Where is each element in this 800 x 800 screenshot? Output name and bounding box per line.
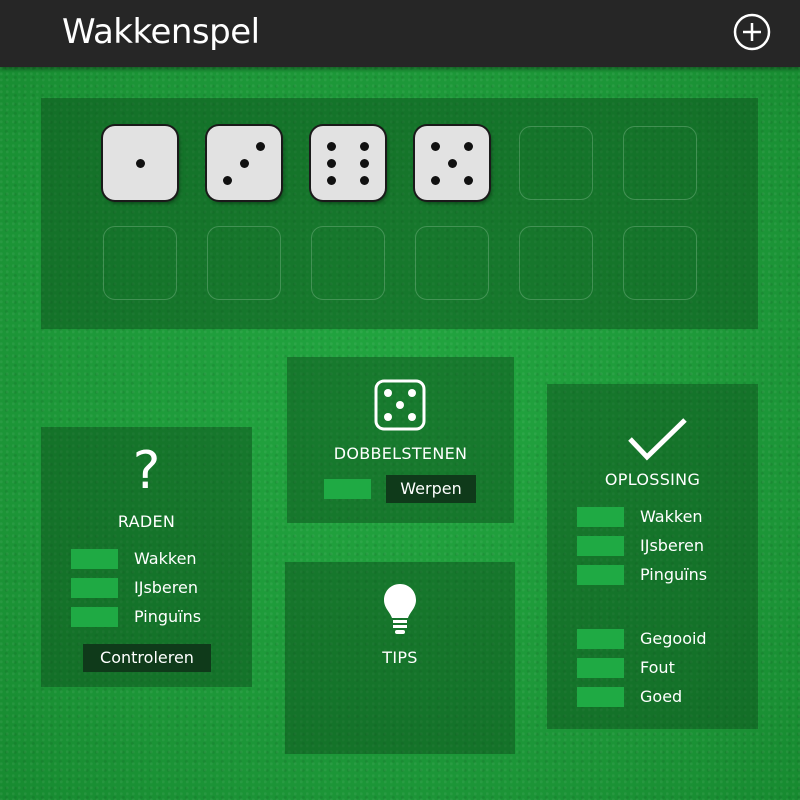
dobbelstenen-title: DOBBELSTENEN [333, 444, 468, 463]
oplossing-title: OPLOSSING [604, 470, 701, 489]
raden-pinguins-input[interactable] [71, 607, 118, 627]
solution-wakken-field [577, 507, 624, 527]
oplossing-panel: OPLOSSING Wakken IJsberen Pinguïns Gegoo… [547, 384, 758, 729]
empty-die-slot [623, 126, 697, 200]
die-pip [240, 159, 249, 168]
die-pip [431, 176, 440, 185]
die-pip [431, 142, 440, 151]
die-pip [327, 176, 336, 185]
empty-die-slot [519, 226, 593, 300]
die-pip [448, 159, 457, 168]
dobbelstenen-panel: DOBBELSTENEN Werpen [287, 357, 514, 523]
die-pip [223, 176, 232, 185]
app-title: Wakkenspel [62, 12, 260, 52]
solution-ijsberen-field [577, 536, 624, 556]
die-pip [360, 176, 369, 185]
raden-ijsberen-label: IJsberen [134, 578, 198, 597]
check-button[interactable]: Controleren [83, 644, 211, 672]
empty-die-slot [519, 126, 593, 200]
empty-die-slot [207, 226, 281, 300]
empty-die-slot [415, 226, 489, 300]
die-3[interactable] [311, 126, 385, 200]
raden-panel: ? RADEN Wakken IJsberen Pinguïns Control… [41, 427, 252, 687]
die-pip [464, 142, 473, 151]
raden-ijsberen-input[interactable] [71, 578, 118, 598]
raden-pinguins-label: Pinguïns [134, 607, 202, 626]
solution-pinguins-label: Pinguïns [640, 565, 708, 584]
roll-button[interactable]: Werpen [386, 475, 476, 503]
app-header: Wakkenspel [0, 0, 800, 67]
solution-wakken-label: Wakken [640, 507, 703, 526]
raden-wakken-label: Wakken [134, 549, 197, 568]
raden-wakken-input[interactable] [71, 549, 118, 569]
checkmark-icon [627, 417, 689, 463]
raden-title: RADEN [117, 512, 176, 531]
solution-ijsberen-label: IJsberen [640, 536, 704, 555]
stat-fout-label: Fout [640, 658, 675, 677]
solution-pinguins-field [577, 565, 624, 585]
die-pip [327, 142, 336, 151]
question-mark-icon: ? [132, 441, 161, 501]
empty-die-slot [311, 226, 385, 300]
die-pip [256, 142, 265, 151]
dice-count-input[interactable] [324, 479, 371, 499]
die-2[interactable] [207, 126, 281, 200]
tips-panel[interactable]: TIPS [285, 562, 515, 754]
dice-board [41, 98, 758, 329]
stat-fout-field [577, 658, 624, 678]
die-pip [464, 176, 473, 185]
die-pip [136, 159, 145, 168]
lightbulb-icon [382, 582, 418, 638]
die-pip [360, 159, 369, 168]
die-4[interactable] [415, 126, 489, 200]
tips-title: TIPS [382, 648, 418, 667]
stat-gegooid-label: Gegooid [640, 629, 707, 648]
stat-gegooid-field [577, 629, 624, 649]
die-1[interactable] [103, 126, 177, 200]
die-pip [327, 159, 336, 168]
die-pip [360, 142, 369, 151]
die-five-icon [374, 379, 426, 431]
empty-die-slot [623, 226, 697, 300]
stat-goed-field [577, 687, 624, 707]
stat-goed-label: Goed [640, 687, 683, 706]
plus-circle-icon[interactable] [733, 13, 771, 51]
empty-die-slot [103, 226, 177, 300]
